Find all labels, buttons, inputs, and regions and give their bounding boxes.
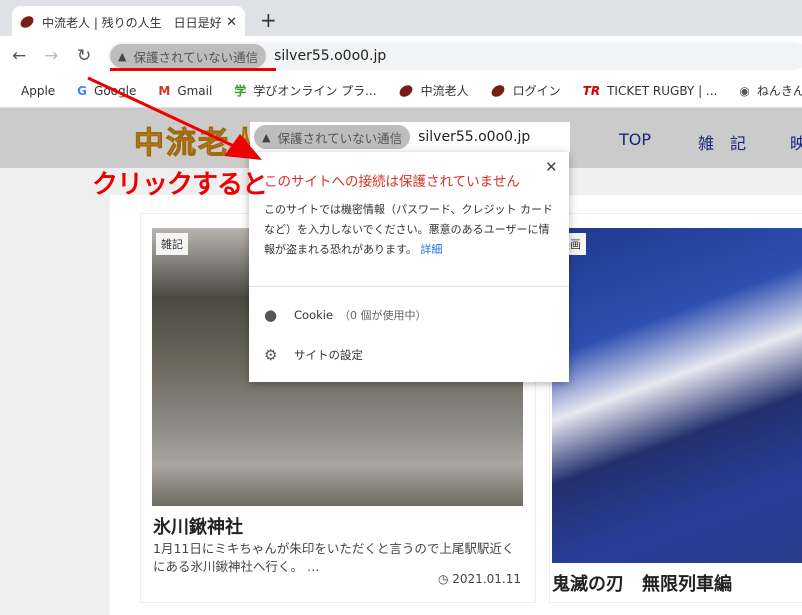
annotation-arrow-icon [87,76,262,160]
annotation-text: クリックすると [92,170,268,200]
